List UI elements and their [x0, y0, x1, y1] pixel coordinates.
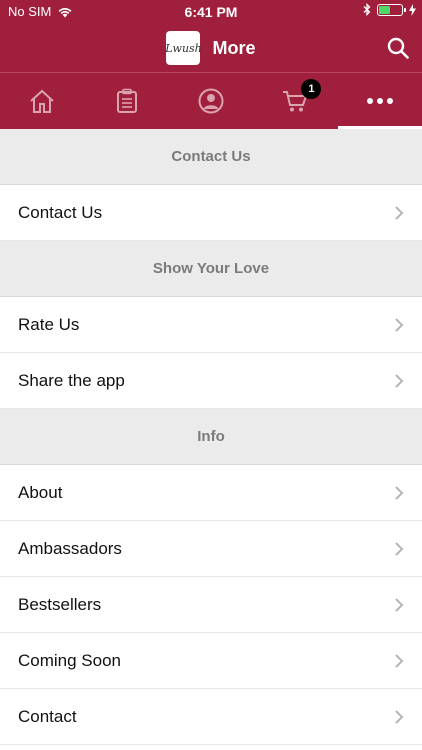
- list-item-rate-us[interactable]: Rate Us: [0, 297, 422, 353]
- more-icon: [366, 98, 393, 104]
- page-title: More: [212, 37, 256, 58]
- home-icon: [30, 89, 54, 113]
- chevron-right-icon: [395, 485, 404, 500]
- list-item-share-app[interactable]: Share the app: [0, 353, 422, 409]
- section-header-contact: Contact Us: [0, 129, 422, 185]
- list-item-label: Ambassadors: [18, 538, 122, 558]
- list-item-bestsellers[interactable]: Bestsellers: [0, 577, 422, 633]
- app: No SIM 6:41 PM Lwush More 1 Contact Us C…: [0, 0, 422, 750]
- list-item-about[interactable]: About: [0, 465, 422, 521]
- list-item-coming-soon[interactable]: Coming Soon: [0, 633, 422, 689]
- chevron-right-icon: [395, 597, 404, 612]
- battery-icon: [377, 3, 406, 16]
- tab-home[interactable]: [0, 73, 84, 129]
- section-header-info: Info: [0, 409, 422, 465]
- chevron-right-icon: [395, 317, 404, 332]
- list-item-label: Contact: [18, 706, 77, 726]
- list-item-label: Rate Us: [18, 314, 80, 334]
- list-item-label: Share the app: [18, 370, 125, 390]
- profile-icon: [198, 88, 224, 114]
- list-item-ambassadors[interactable]: Ambassadors: [0, 521, 422, 577]
- list-item-contact-us[interactable]: Contact Us: [0, 185, 422, 241]
- tab-profile[interactable]: [169, 73, 253, 129]
- nav-bar: Lwush More: [0, 24, 422, 72]
- list-item-label: About: [18, 482, 63, 502]
- orders-icon: [116, 88, 137, 113]
- search-icon[interactable]: [386, 36, 410, 60]
- list-item-contact[interactable]: Contact: [0, 689, 422, 745]
- list-item-label: Coming Soon: [18, 650, 122, 670]
- top-bar: No SIM 6:41 PM Lwush More 1: [0, 0, 422, 129]
- list-item-label: Bestsellers: [18, 594, 102, 614]
- chevron-right-icon: [395, 653, 404, 668]
- list-item-label: Contact Us: [18, 202, 103, 222]
- clock: 6:41 PM: [184, 4, 238, 20]
- section-header-show-your-love: Show Your Love: [0, 241, 422, 297]
- tab-cart[interactable]: 1: [253, 73, 337, 129]
- status-bar: No SIM 6:41 PM: [0, 0, 422, 24]
- chevron-right-icon: [395, 541, 404, 556]
- bluetooth-icon: [363, 3, 371, 16]
- cart-badge: 1: [301, 79, 322, 99]
- app-logo: Lwush: [165, 31, 202, 65]
- tab-orders[interactable]: [84, 73, 168, 129]
- charging-icon: [409, 3, 416, 16]
- chevron-right-icon: [395, 205, 404, 220]
- tab-bar: 1: [0, 72, 422, 129]
- chevron-right-icon: [395, 373, 404, 388]
- tab-more[interactable]: [337, 73, 422, 129]
- settings-list: Contact Us Contact Us Show Your Love Rat…: [0, 129, 422, 745]
- chevron-right-icon: [395, 709, 404, 724]
